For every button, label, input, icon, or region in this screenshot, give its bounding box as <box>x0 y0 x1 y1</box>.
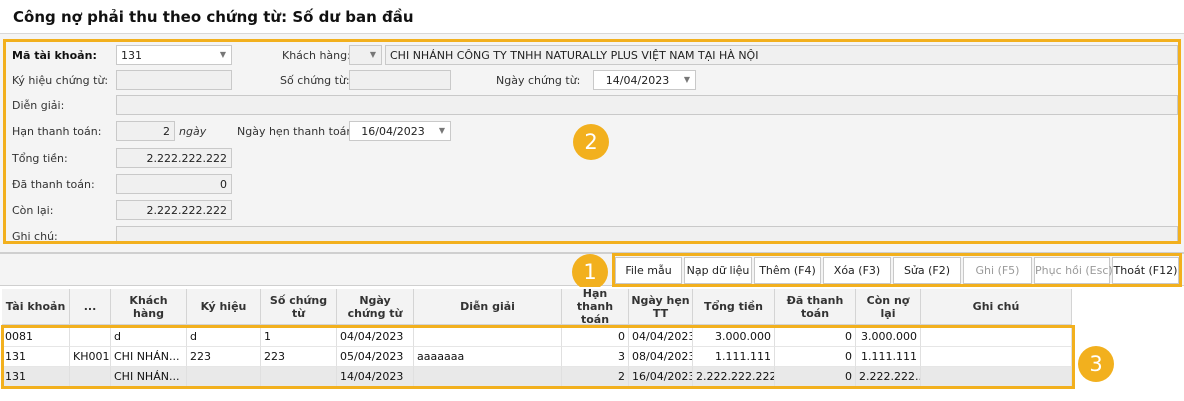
col-header-doc-date[interactable]: Ngày chứng từ <box>337 289 414 325</box>
badge-1: 1 <box>572 254 608 290</box>
toolbar-highlight-box <box>612 253 1182 287</box>
col-header-description[interactable]: Diễn giải <box>414 289 562 325</box>
badge-3: 3 <box>1078 346 1114 382</box>
col-header-account[interactable]: Tài khoản <box>2 289 70 325</box>
col-header-remaining[interactable]: Còn nợ lại <box>856 289 921 325</box>
col-header-customer[interactable]: Khách hàng <box>111 289 187 325</box>
col-header-due-date[interactable]: Ngày hẹn TT <box>629 289 693 325</box>
page-title: Công nợ phải thu theo chứng từ: Số dư ba… <box>13 8 414 26</box>
window-title-bar: Công nợ phải thu theo chứng từ: Số dư ba… <box>0 0 1184 34</box>
rows-highlight-box <box>1 325 1075 389</box>
col-header-more[interactable]: ... <box>70 289 111 325</box>
badge-2: 2 <box>573 124 609 160</box>
col-header-symbol[interactable]: Ký hiệu <box>187 289 261 325</box>
col-header-payment-term[interactable]: Hạn thanh toán <box>562 287 629 326</box>
col-header-note[interactable]: Ghi chú <box>921 289 1072 325</box>
col-header-total[interactable]: Tổng tiền <box>693 289 775 325</box>
col-header-paid[interactable]: Đã thanh toán <box>775 289 856 325</box>
col-header-doc-number[interactable]: Số chứng từ <box>261 289 337 325</box>
